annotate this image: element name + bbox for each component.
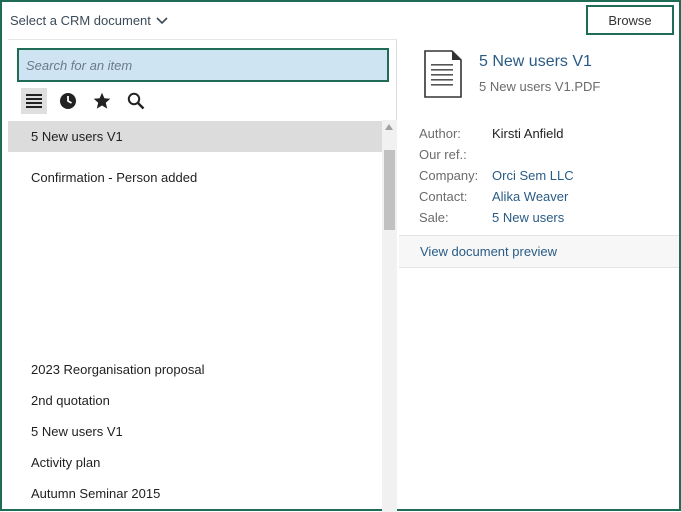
star-icon <box>93 92 111 109</box>
search-input[interactable] <box>26 57 387 73</box>
recent-button[interactable] <box>55 88 81 114</box>
list-item-label: 2023 Reorganisation proposal <box>31 362 205 377</box>
list-item-label: Activity plan <box>31 455 101 470</box>
preview-bar: View document preview <box>399 235 679 268</box>
list-item-label: 5 New users V1 <box>31 129 123 144</box>
document-select-dropdown[interactable]: Select a CRM document <box>10 13 168 28</box>
list-item[interactable]: Confirmation - Person added <box>8 162 382 193</box>
chevron-down-icon <box>156 16 168 24</box>
meta-row-sale: Sale: 5 New users <box>419 207 574 228</box>
scroll-thumb[interactable] <box>384 150 395 230</box>
document-filename: 5 New users V1.PDF <box>479 79 601 94</box>
favorites-button[interactable] <box>89 88 115 114</box>
list-scrollbar[interactable] <box>382 120 397 512</box>
document-list-pane: 5 New users V1 Confirmation - Person add… <box>8 39 397 512</box>
list-item-label: 5 New users V1 <box>31 424 123 439</box>
list-item-label: 2nd quotation <box>31 393 110 408</box>
sale-link[interactable]: 5 New users <box>492 210 564 225</box>
browse-button[interactable]: Browse <box>586 5 674 35</box>
document-list: 5 New users V1 Confirmation - Person add… <box>8 120 397 512</box>
document-title-link[interactable]: 5 New users V1 <box>479 53 592 71</box>
document-metadata: Author: Kirsti Anfield Our ref.: Company… <box>419 123 574 228</box>
list-item-label: Autumn Seminar 2015 <box>31 486 161 501</box>
list-view-button[interactable] <box>21 88 47 114</box>
meta-label: Company: <box>419 168 479 183</box>
meta-row-contact: Contact: Alika Weaver <box>419 186 574 207</box>
company-link[interactable]: Orci Sem LLC <box>492 168 574 183</box>
meta-label: Our ref.: <box>419 147 467 162</box>
list-item[interactable]: 5 New users V1 <box>8 416 382 447</box>
list-item[interactable]: Autumn Seminar 2015 <box>8 478 382 509</box>
meta-row-author: Author: Kirsti Anfield <box>419 123 574 144</box>
meta-row-our-ref: Our ref.: <box>419 144 574 165</box>
list-item[interactable]: 5 New users V1 <box>8 121 382 152</box>
clock-icon <box>60 93 76 109</box>
search-field[interactable] <box>17 48 389 82</box>
filter-toolbar <box>21 88 149 114</box>
meta-label: Sale: <box>419 210 449 225</box>
list-icon <box>26 94 42 108</box>
crm-document-picker: Select a CRM document Browse Search for … <box>0 0 681 512</box>
search-tool-button[interactable] <box>123 88 149 114</box>
meta-row-company: Company: Orci Sem LLC <box>419 165 574 186</box>
meta-label: Author: <box>419 126 461 141</box>
meta-label: Contact: <box>419 189 468 204</box>
top-bar: Select a CRM document Browse <box>2 2 679 39</box>
list-item-label: Confirmation - Person added <box>31 170 198 185</box>
scroll-up-arrow-icon[interactable] <box>385 124 393 130</box>
document-select-label: Select a CRM document <box>10 13 151 28</box>
list-item[interactable]: Activity plan <box>8 447 382 478</box>
contact-link[interactable]: Alika Weaver <box>492 189 568 204</box>
search-icon <box>127 92 145 110</box>
view-document-preview-link[interactable]: View document preview <box>420 244 557 259</box>
list-item[interactable]: 2nd quotation <box>8 385 382 416</box>
list-item[interactable]: 2023 Reorganisation proposal <box>8 354 382 385</box>
author-value: Kirsti Anfield <box>492 126 564 141</box>
document-icon <box>424 50 462 98</box>
document-details-pane: 5 New users V1 5 New users V1.PDF Author… <box>398 39 679 511</box>
